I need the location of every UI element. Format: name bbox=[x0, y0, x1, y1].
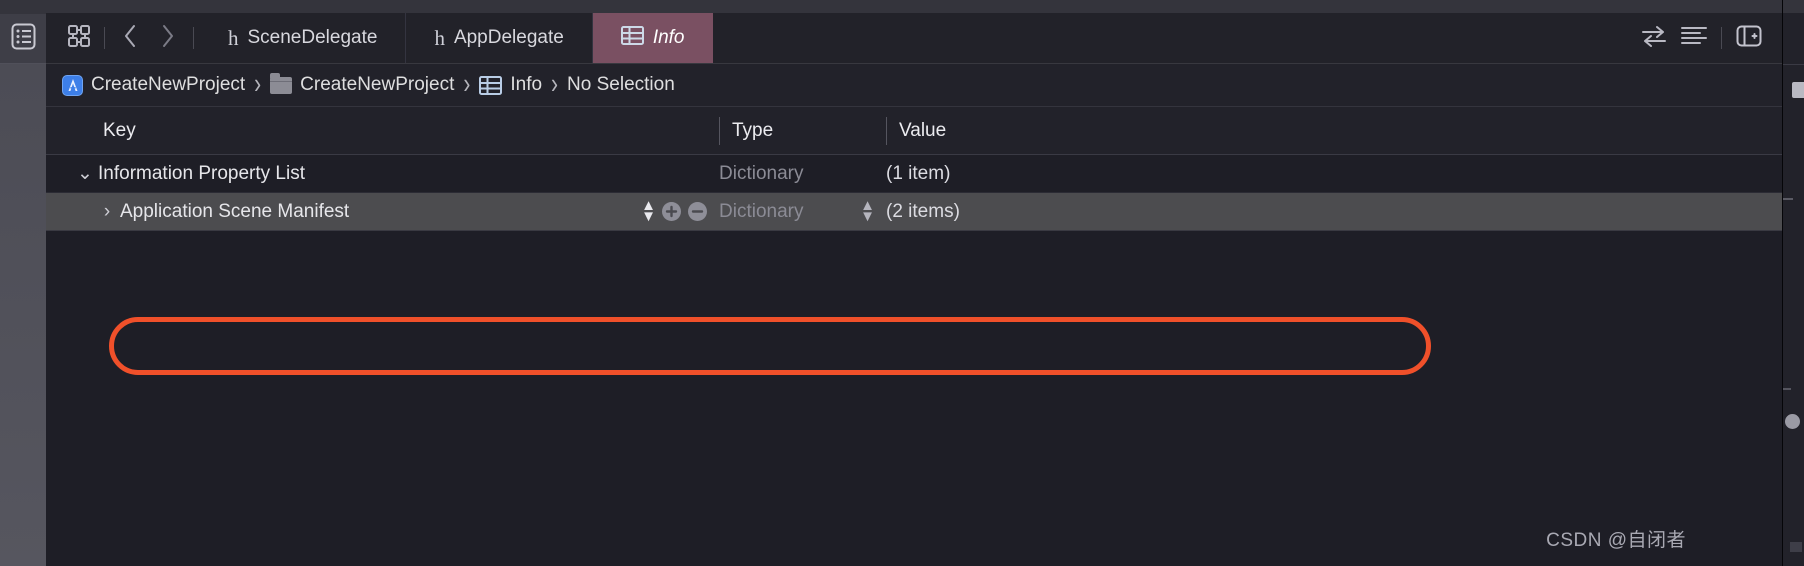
related-items-icon bbox=[68, 24, 90, 52]
navigate-back-button[interactable] bbox=[111, 13, 149, 63]
breadcrumb-separator: › bbox=[254, 68, 262, 100]
tab-bar-right-tools bbox=[1635, 13, 1782, 63]
plist-row-controls: ▲ ▼ bbox=[641, 193, 707, 230]
breadcrumb-item-selection[interactable]: No Selection bbox=[567, 74, 675, 96]
breadcrumb-separator: › bbox=[463, 68, 471, 100]
tool-divider-2 bbox=[193, 27, 194, 49]
minus-circle-icon bbox=[688, 202, 707, 221]
compare-versions-icon bbox=[1641, 25, 1667, 52]
annotation-highlight-oval bbox=[109, 317, 1431, 375]
stepper-down-icon: ▼ bbox=[860, 207, 875, 225]
breadcrumb-separator: › bbox=[551, 68, 559, 100]
document-list-icon bbox=[11, 23, 36, 55]
compare-versions-button[interactable] bbox=[1635, 13, 1673, 63]
plist-row-value-cell[interactable]: (2 items) bbox=[886, 193, 1782, 230]
tab-info[interactable]: Info bbox=[592, 13, 713, 63]
plist-row-value-cell[interactable]: (1 item) bbox=[886, 155, 1782, 192]
plist-row-type-cell[interactable]: Dictionary ▲ ▼ bbox=[719, 193, 886, 230]
add-row-button[interactable] bbox=[662, 202, 681, 221]
breadcrumb-label: No Selection bbox=[567, 74, 675, 95]
add-editor-button[interactable] bbox=[1730, 13, 1768, 63]
plist-header-row: Key Type Value bbox=[46, 107, 1782, 155]
editor-tab-bar: h SceneDelegate h AppDelegate Info bbox=[46, 13, 1782, 64]
breadcrumb-item-folder[interactable]: CreateNewProject bbox=[270, 72, 455, 96]
plist-table-icon bbox=[479, 75, 503, 95]
plist-key-label: Application Scene Manifest bbox=[120, 200, 350, 222]
sliver-mark-c bbox=[1783, 388, 1791, 390]
add-editor-icon bbox=[1736, 25, 1762, 52]
navigate-forward-button[interactable] bbox=[149, 13, 187, 63]
plist-row-key-cell: › Application Scene Manifest ▲ ▼ bbox=[46, 193, 719, 230]
plist-editor: Key Type Value ⌄ Information Property Li… bbox=[46, 107, 1782, 566]
sliver-top-strip bbox=[1783, 0, 1804, 13]
disclosure-triangle-icon[interactable]: ⌄ bbox=[72, 162, 98, 185]
tab-bar-spacer bbox=[713, 13, 1635, 63]
forward-chevron-icon bbox=[161, 24, 175, 53]
sliver-chip bbox=[1792, 82, 1804, 98]
plist-row-type-cell[interactable]: Dictionary bbox=[719, 155, 886, 192]
navigator-toggle-button[interactable] bbox=[0, 14, 46, 64]
sliver-mark-b bbox=[1783, 198, 1793, 200]
tool-divider-3 bbox=[1721, 27, 1722, 49]
swift-header-file-icon: h bbox=[434, 25, 445, 50]
breadcrumb-item-project[interactable]: CreateNewProject bbox=[62, 74, 245, 96]
window-top-strip bbox=[46, 0, 1782, 13]
plist-key-label: Information Property List bbox=[98, 162, 305, 184]
tab-label: Info bbox=[652, 27, 685, 48]
tab-label: SceneDelegate bbox=[247, 27, 378, 48]
navigator-gutter bbox=[0, 0, 46, 566]
xcode-window: h SceneDelegate h AppDelegate Info Creat… bbox=[0, 0, 1804, 566]
tab-bar-left-tools bbox=[46, 13, 200, 63]
line-alignment-icon bbox=[1680, 25, 1708, 52]
swift-header-file-icon: h bbox=[228, 25, 239, 50]
reorder-stepper[interactable]: ▲ ▼ bbox=[641, 198, 656, 225]
breadcrumb-item-info[interactable]: Info bbox=[479, 74, 542, 96]
watermark-text: CSDN @自闭者 bbox=[1546, 530, 1686, 551]
tab-label: AppDelegate bbox=[453, 27, 564, 48]
plist-type-label: Dictionary bbox=[719, 200, 804, 222]
plus-circle-icon bbox=[662, 202, 681, 221]
plist-type-label: Dictionary bbox=[719, 162, 804, 184]
line-alignment-button[interactable] bbox=[1675, 13, 1713, 63]
column-header-type[interactable]: Type bbox=[719, 116, 886, 145]
editor-column: h SceneDelegate h AppDelegate Info Creat… bbox=[46, 0, 1783, 566]
plist-value-label: (1 item) bbox=[886, 162, 951, 184]
xcode-project-icon bbox=[62, 74, 83, 96]
breadcrumb-label: CreateNewProject bbox=[91, 74, 246, 95]
tab-app-delegate[interactable]: h AppDelegate bbox=[406, 13, 593, 63]
sliver-mark-d bbox=[1790, 542, 1802, 552]
column-header-value[interactable]: Value bbox=[886, 116, 1782, 145]
related-items-button[interactable] bbox=[60, 13, 98, 63]
tool-divider-1 bbox=[104, 27, 105, 49]
sliver-divider-a bbox=[1783, 64, 1804, 65]
tab-scene-delegate[interactable]: h SceneDelegate bbox=[200, 13, 407, 63]
breadcrumb-label: CreateNewProject bbox=[300, 74, 455, 95]
plist-value-label: (2 items) bbox=[886, 200, 960, 222]
stepper-down-icon: ▼ bbox=[641, 207, 656, 225]
plist-row-key-cell: ⌄ Information Property List bbox=[46, 155, 719, 192]
sliver-dot bbox=[1785, 414, 1800, 429]
breadcrumb-label: Info bbox=[510, 74, 543, 95]
disclosure-triangle-icon[interactable]: › bbox=[94, 201, 120, 223]
folder-icon bbox=[270, 72, 293, 94]
back-chevron-icon bbox=[123, 24, 137, 53]
inspector-panel-sliver bbox=[1783, 0, 1804, 566]
breadcrumb: CreateNewProject › CreateNewProject › In… bbox=[46, 64, 1782, 107]
type-select-stepper[interactable]: ▲ ▼ bbox=[860, 198, 875, 225]
column-header-key[interactable]: Key bbox=[46, 120, 719, 142]
remove-row-button[interactable] bbox=[688, 202, 707, 221]
gutter-top-strip bbox=[0, 0, 46, 14]
table-row[interactable]: ⌄ Information Property List Dictionary (… bbox=[46, 155, 1782, 193]
plist-table-icon bbox=[620, 25, 644, 51]
table-row[interactable]: › Application Scene Manifest ▲ ▼ Diction… bbox=[46, 193, 1782, 231]
navigator-content-area bbox=[0, 64, 46, 566]
type-select-stepper-wrap: ▲ ▼ bbox=[860, 193, 875, 230]
